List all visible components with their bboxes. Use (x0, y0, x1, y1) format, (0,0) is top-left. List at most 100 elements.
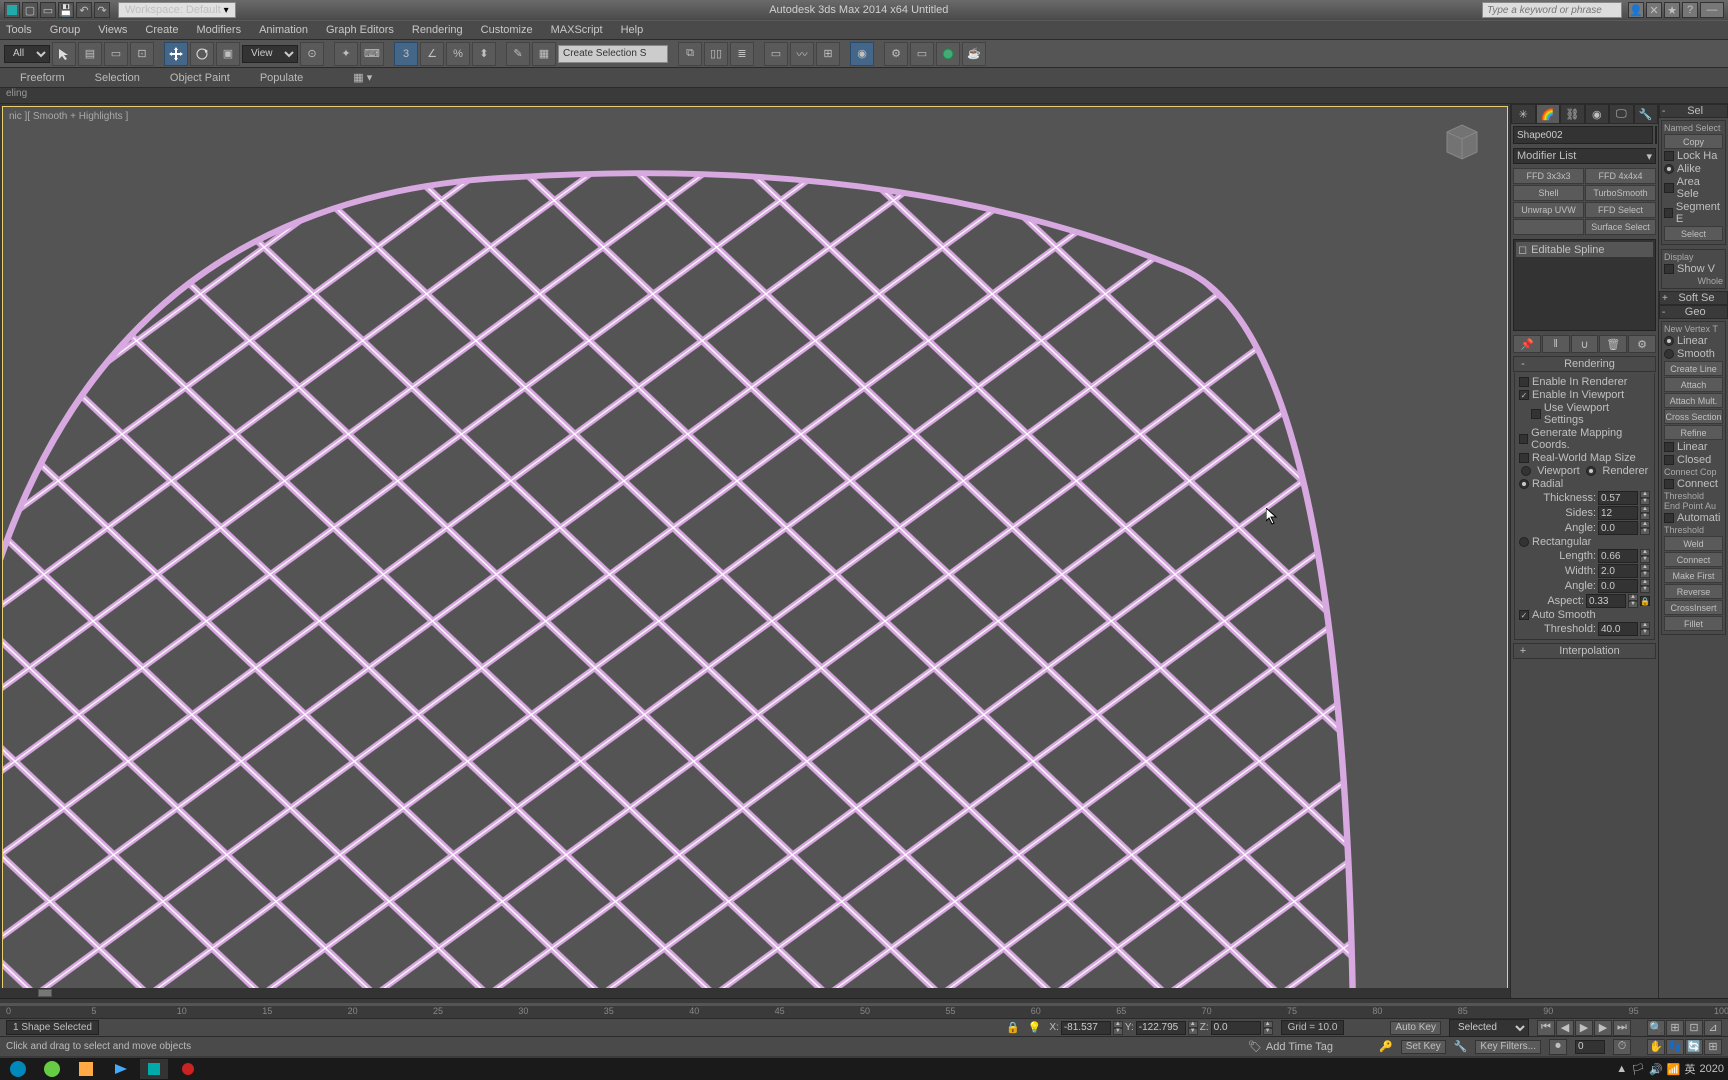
menu-animation[interactable]: Animation (259, 24, 308, 36)
named-sel-sets-icon[interactable]: ▦ (532, 42, 556, 66)
key-filters-icon[interactable]: 🔧 (1454, 1040, 1468, 1053)
isolate-icon[interactable]: 💡 (1028, 1021, 1042, 1034)
aspect-lock-icon[interactable]: 🔒 (1640, 596, 1650, 606)
curve-editor-icon[interactable]: 〰 (790, 42, 814, 66)
thickness-input[interactable] (1598, 491, 1638, 505)
utilities-tab-icon[interactable]: 🔧 (1634, 104, 1659, 124)
select-region-rect-icon[interactable]: ▭ (104, 42, 128, 66)
sides-input[interactable] (1598, 506, 1638, 520)
linear2-checkbox[interactable] (1664, 442, 1674, 452)
cross-section-button[interactable]: Cross Section (1664, 409, 1723, 424)
enable-viewport-checkbox[interactable]: ✓ (1519, 390, 1529, 400)
rectangular-radio[interactable] (1519, 537, 1529, 547)
app-menu-icon[interactable] (4, 2, 20, 18)
sel-rollout-header[interactable]: - Sel (1659, 104, 1728, 118)
mod-unwrap-uvw[interactable]: Unwrap UVW (1513, 202, 1584, 218)
undo-icon[interactable]: ↶ (76, 2, 92, 18)
add-time-tag-button[interactable]: Add Time Tag (1266, 1041, 1333, 1053)
select-move-icon[interactable] (164, 42, 188, 66)
connect-button[interactable]: Connect (1664, 552, 1723, 567)
menu-graph-editors[interactable]: Graph Editors (326, 24, 394, 36)
select-scale-icon[interactable]: ▣ (216, 42, 240, 66)
menu-tools[interactable]: Tools (6, 24, 32, 36)
select-rotate-icon[interactable] (190, 42, 214, 66)
area-sel-checkbox[interactable] (1664, 183, 1674, 193)
use-pivot-icon[interactable]: ⊙ (300, 42, 324, 66)
schematic-view-icon[interactable]: ⊞ (816, 42, 840, 66)
x-coord-input[interactable] (1061, 1021, 1111, 1035)
set-key-button[interactable]: Set Key (1401, 1040, 1446, 1054)
help-icon[interactable]: ? (1682, 2, 1698, 18)
mod-surface-select[interactable]: Surface Select (1585, 219, 1656, 235)
mod-ffd4x4x4[interactable]: FFD 4x4x4 (1585, 168, 1656, 184)
task-app4-icon[interactable] (106, 1059, 134, 1079)
create-tab-icon[interactable]: ✳ (1511, 104, 1536, 124)
threshold-spinner[interactable]: ▲▼ (1640, 622, 1650, 636)
automatic-checkbox[interactable] (1664, 513, 1674, 523)
named-selection-input[interactable] (558, 45, 668, 63)
modify-tab-icon[interactable]: 🌈 (1536, 104, 1561, 124)
x-spinner[interactable]: ▲▼ (1113, 1021, 1123, 1035)
goto-start-icon[interactable]: ⏮ (1537, 1020, 1555, 1036)
spinner-snap-icon[interactable]: ⬍ (472, 42, 496, 66)
rendering-rollout-header[interactable]: -Rendering (1513, 356, 1656, 372)
key-filters-button[interactable]: Key Filters... (1475, 1040, 1541, 1054)
display-tab-icon[interactable]: 🖵 (1609, 104, 1634, 124)
render-iterative-icon[interactable]: ☕ (962, 42, 986, 66)
connect-checkbox[interactable] (1664, 479, 1674, 489)
menu-views[interactable]: Views (98, 24, 127, 36)
time-slider[interactable]: 0510152025303540455055606570758085909510… (0, 998, 1728, 1018)
auto-key-button[interactable]: Auto Key (1390, 1021, 1441, 1035)
next-frame-icon[interactable]: ▶ (1594, 1020, 1612, 1036)
z-coord-input[interactable] (1211, 1021, 1261, 1035)
nav-orbit-icon[interactable]: 🔄 (1685, 1039, 1703, 1055)
y-spinner[interactable]: ▲▼ (1188, 1021, 1198, 1035)
viewport-scrollbar-h[interactable] (0, 988, 1510, 998)
snap-toggle-icon[interactable]: 3 (394, 42, 418, 66)
key-icon[interactable]: 🔑 (1379, 1040, 1393, 1053)
ribbon-populate[interactable]: Populate (260, 72, 303, 84)
material-editor-icon[interactable]: ◉ (850, 42, 874, 66)
soft-sel-rollout-header[interactable]: + Soft Se (1659, 291, 1728, 305)
tray-volume-icon[interactable]: 🔊 (1649, 1063, 1663, 1076)
viewcube[interactable] (1437, 117, 1487, 167)
key-mode-icon[interactable]: ⏺ (1549, 1039, 1567, 1055)
renderer-radio[interactable] (1586, 466, 1596, 476)
create-line-button[interactable]: Create Line (1664, 361, 1723, 376)
enable-renderer-checkbox[interactable] (1519, 377, 1529, 387)
show-end-result-icon[interactable]: ‖ (1542, 335, 1570, 353)
lock-selection-icon[interactable]: 🔒 (1006, 1021, 1020, 1034)
workspace-dropdown[interactable]: Workspace: Default ▾ (118, 2, 236, 18)
weld-button[interactable]: Weld (1664, 536, 1723, 551)
tray-flag-icon[interactable]: 🏳 (1631, 1063, 1645, 1076)
menu-maxscript[interactable]: MAXScript (551, 24, 603, 36)
z-spinner[interactable]: ▲▼ (1263, 1021, 1273, 1035)
redo-icon[interactable]: ↷ (94, 2, 110, 18)
select-object-icon[interactable] (52, 42, 76, 66)
ribbon-dropdown-icon[interactable]: ▦ ▾ (353, 71, 372, 84)
graphite-toggle-icon[interactable]: ▭ (764, 42, 788, 66)
fillet-button[interactable]: Fillet (1664, 616, 1723, 631)
gen-mapping-checkbox[interactable] (1519, 434, 1528, 444)
render-production-icon[interactable] (936, 42, 960, 66)
angle-snap-icon[interactable]: ∠ (420, 42, 444, 66)
exchange-icon[interactable]: ✕ (1646, 2, 1662, 18)
ribbon-selection[interactable]: Selection (95, 72, 140, 84)
real-world-checkbox[interactable] (1519, 453, 1529, 463)
copy-button[interactable]: Copy (1664, 134, 1723, 149)
window-crossing-icon[interactable]: ⊡ (130, 42, 154, 66)
thickness-spinner[interactable]: ▲▼ (1640, 491, 1650, 505)
attach-mult-button[interactable]: Attach Mult. (1664, 393, 1723, 408)
linear-radio[interactable] (1664, 336, 1674, 346)
nav-walk-icon[interactable]: 👣 (1666, 1039, 1684, 1055)
reverse-button[interactable]: Reverse (1664, 584, 1723, 599)
menu-modifiers[interactable]: Modifiers (196, 24, 241, 36)
refine-button[interactable]: Refine (1664, 425, 1723, 440)
remove-modifier-icon[interactable]: 🗑 (1599, 335, 1627, 353)
segment-end-checkbox[interactable] (1664, 208, 1673, 218)
mod-empty[interactable] (1513, 219, 1584, 235)
new-icon[interactable]: ▢ (22, 2, 38, 18)
nav-pan-icon[interactable]: ✋ (1647, 1039, 1665, 1055)
viewport-shade-label[interactable]: nic ][ Smooth + Highlights ] (9, 111, 128, 122)
task-app1-icon[interactable] (4, 1059, 32, 1079)
